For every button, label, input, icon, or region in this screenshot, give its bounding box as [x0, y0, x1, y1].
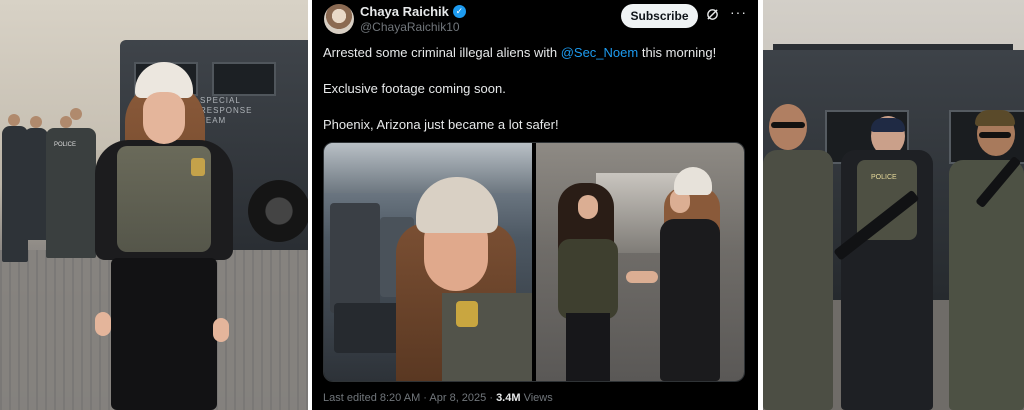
mention-link[interactable]: @Sec_Noem — [561, 45, 639, 60]
officer: POLICE — [46, 128, 96, 258]
tweet-media[interactable] — [323, 142, 745, 382]
seat — [330, 203, 380, 313]
media-photo-selfie[interactable] — [324, 143, 532, 381]
officer-head — [30, 116, 42, 128]
tweet-text-line3: Phoenix, Arizona just became a lot safer… — [323, 117, 559, 132]
truck-wheel — [248, 180, 308, 242]
officer — [24, 128, 48, 240]
woman-in-vest: POLICE — [841, 150, 933, 410]
tweet-meta: Last edited 8:20 AM · Apr 8, 2025 · 3.4M… — [323, 392, 553, 404]
officer-head — [60, 116, 72, 128]
views-count: 3.4M — [496, 392, 521, 404]
right-photo: POLICE — [763, 0, 1024, 410]
tweet-text-line2: Exclusive footage coming soon. — [323, 81, 506, 96]
agent — [763, 150, 833, 410]
vest-label: POLICE — [871, 174, 897, 181]
tweet-card: Chaya Raichik ✓ @ChayaRaichik10 Subscrib… — [312, 0, 758, 410]
edited-timestamp[interactable]: Last edited 8:20 AM · Apr 8, 2025 · — [323, 392, 496, 404]
sunglasses — [979, 132, 1011, 138]
handshake — [626, 271, 658, 283]
badge-icon — [191, 158, 205, 176]
author-name[interactable]: Chaya Raichik — [360, 4, 449, 19]
body — [660, 219, 720, 381]
author-row: Chaya Raichik ✓ — [360, 4, 466, 19]
sunglasses — [771, 122, 805, 128]
tweet-text: this morning! — [638, 45, 717, 60]
left-photo: SPECIAL RESPONSE TEAM POLICE — [0, 0, 308, 410]
author-handle[interactable]: @ChayaRaichik10 — [360, 20, 460, 34]
hand — [213, 318, 229, 342]
baseball-cap — [975, 110, 1015, 126]
more-options-icon[interactable]: ··· — [730, 4, 747, 20]
officer-head — [8, 114, 20, 126]
face — [578, 195, 598, 219]
beanie — [674, 167, 712, 195]
media-photo-handshake[interactable] — [536, 143, 744, 381]
views-label: Views — [520, 392, 553, 404]
badge-icon — [456, 301, 478, 327]
verified-badge-icon: ✓ — [452, 5, 466, 18]
pants — [566, 313, 610, 381]
vehicle-ceiling — [324, 143, 532, 193]
jacket — [558, 239, 618, 319]
seat — [334, 303, 404, 353]
baseball-cap — [871, 118, 905, 132]
face — [143, 92, 185, 144]
vest-label: POLICE — [54, 142, 77, 148]
officer-head — [70, 108, 82, 120]
tweet-text-line1: Arrested some criminal illegal aliens wi… — [323, 44, 743, 62]
tweet-text: Arrested some criminal illegal aliens wi… — [323, 45, 561, 60]
avatar[interactable] — [324, 4, 354, 34]
hand — [95, 312, 111, 336]
subscribe-button[interactable]: Subscribe — [621, 4, 698, 28]
skirt — [111, 258, 217, 410]
grok-icon[interactable] — [706, 8, 719, 21]
woman-speaking — [95, 62, 233, 410]
